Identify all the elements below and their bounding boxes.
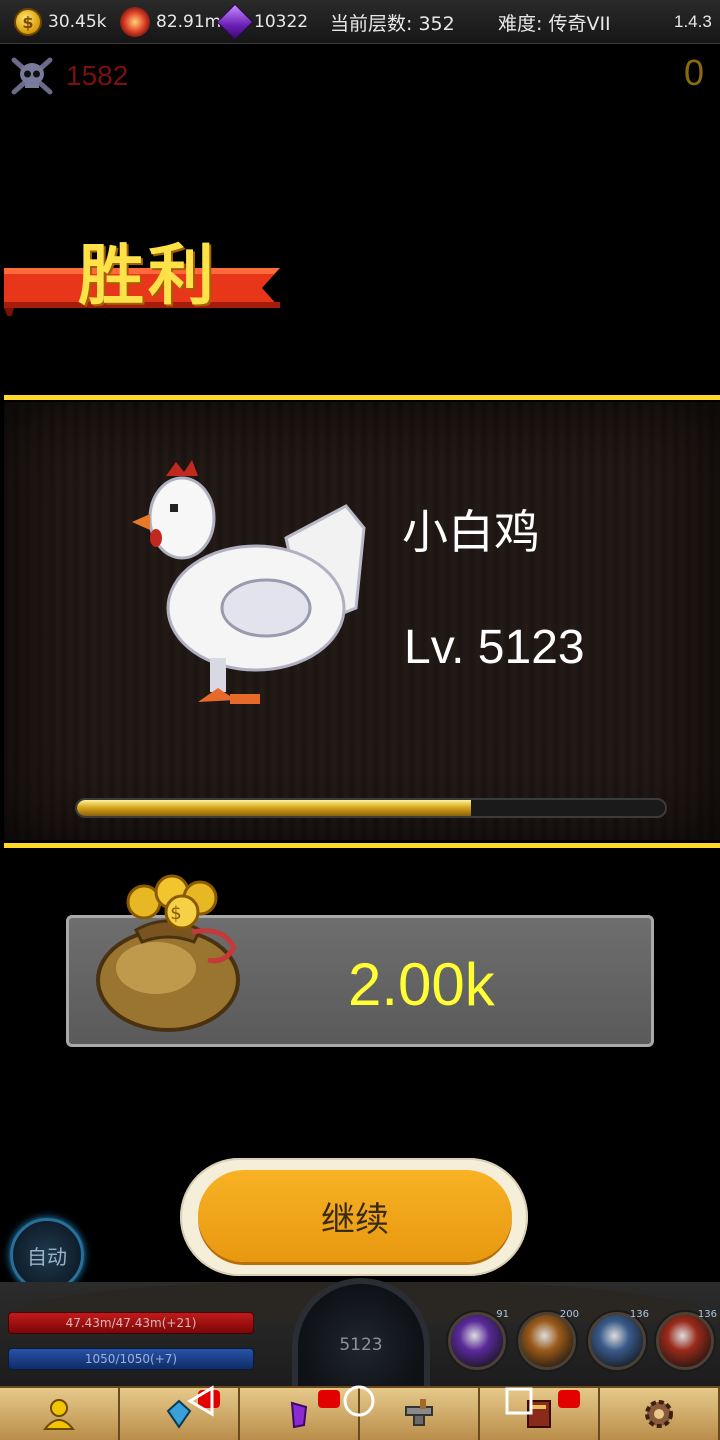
status-bar: $ 30.45k 82.91m 10322 当前层数: 352 难度: 传奇VI… bbox=[0, 0, 720, 44]
svg-text:$: $ bbox=[170, 903, 181, 924]
gold-value: 30.45k bbox=[48, 12, 107, 32]
anvil-icon bbox=[405, 1399, 433, 1426]
auto-button[interactable]: 自动 bbox=[10, 1218, 84, 1292]
top-divider bbox=[4, 395, 720, 400]
home-nav-icon[interactable] bbox=[342, 1384, 376, 1418]
fire-orb-icon bbox=[120, 7, 150, 37]
skill-berserk-button[interactable]: 136 bbox=[656, 1309, 717, 1370]
skill-void-button[interactable]: 91 bbox=[448, 1309, 509, 1370]
version-label: 1.4.3 bbox=[674, 12, 712, 31]
tab-settings[interactable] bbox=[600, 1386, 720, 1440]
crystal-icon bbox=[290, 1401, 308, 1429]
xp-progress-bar bbox=[75, 798, 667, 818]
victory-title: 胜利 bbox=[78, 237, 218, 314]
mp-bar: 1050/1050(+7) bbox=[8, 1348, 254, 1370]
skull-crossbones-icon bbox=[11, 57, 53, 95]
recents-nav-icon[interactable] bbox=[502, 1384, 536, 1418]
gold-bag-icon: $ bbox=[96, 874, 240, 1032]
person-icon bbox=[42, 1399, 76, 1430]
monster-level: Lv. 5123 bbox=[404, 621, 585, 674]
right-counter: 0 bbox=[683, 52, 704, 93]
difficulty-label: 难度: 传奇VII bbox=[498, 12, 611, 35]
power-counter: 82.91m bbox=[120, 0, 221, 44]
skill-ice-rock-button[interactable]: 136 bbox=[588, 1309, 649, 1370]
bottom-divider bbox=[4, 843, 720, 848]
notification-badge bbox=[318, 1390, 340, 1408]
gear-icon bbox=[645, 1400, 673, 1428]
tab-character[interactable] bbox=[0, 1386, 120, 1440]
monster-name: 小白鸡 bbox=[402, 505, 540, 559]
reward-amount: 2.00k bbox=[348, 951, 495, 1018]
skill-holy-cross-button[interactable]: 200 bbox=[518, 1309, 579, 1370]
white-chicken-sprite bbox=[132, 460, 366, 704]
kill-count: 1582 bbox=[66, 60, 129, 91]
tab-forge[interactable] bbox=[360, 1386, 480, 1440]
skill-level: 136 bbox=[629, 1309, 649, 1320]
power-value: 82.91m bbox=[156, 12, 222, 32]
purple-gem-icon bbox=[216, 3, 254, 41]
continue-button[interactable]: 继续 bbox=[198, 1170, 512, 1262]
coin-icon: $ bbox=[14, 8, 42, 36]
kill-counter: 1582 bbox=[10, 56, 128, 96]
skill-level: 200 bbox=[559, 1309, 579, 1320]
tab-equipment[interactable] bbox=[120, 1386, 240, 1440]
skill-level: 91 bbox=[496, 1309, 509, 1320]
notification-badge bbox=[558, 1390, 580, 1408]
floor-label: 当前层数: 352 bbox=[330, 12, 455, 35]
xp-progress-fill bbox=[77, 800, 471, 816]
skill-level: 136 bbox=[697, 1309, 717, 1320]
hp-bar: 47.43m/47.43m(+21) bbox=[8, 1312, 254, 1334]
back-nav-icon[interactable] bbox=[184, 1384, 218, 1418]
gem-counter: 10322 bbox=[216, 0, 309, 44]
gem-value: 10322 bbox=[254, 12, 309, 32]
gold-counter: $ 30.45k bbox=[14, 0, 107, 44]
tab-quests[interactable] bbox=[480, 1386, 600, 1440]
